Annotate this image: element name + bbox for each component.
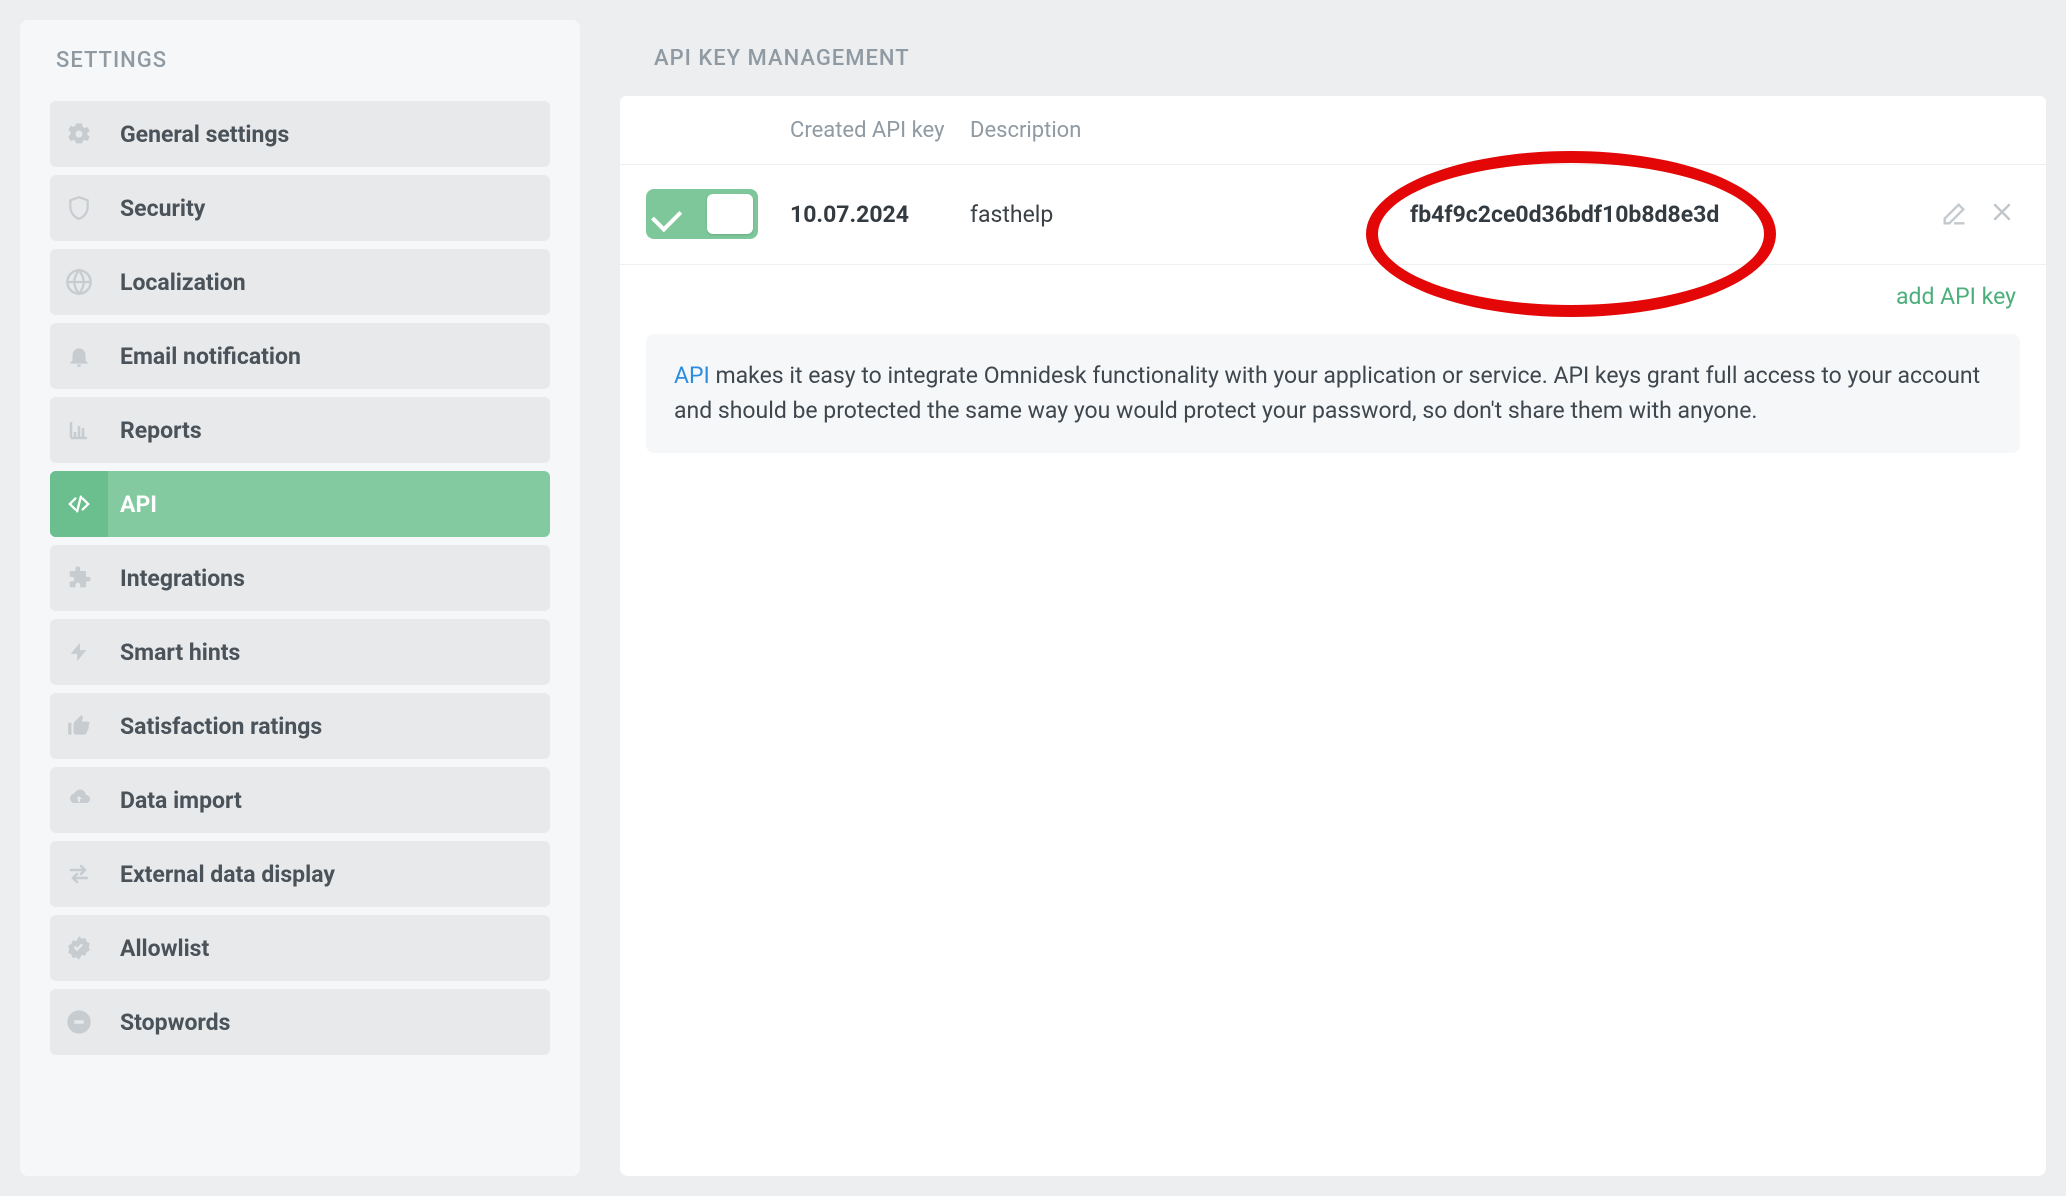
api-info-text: makes it easy to integrate Omnidesk func… [674,362,1980,425]
sidebar-item-satisfaction-ratings[interactable]: Satisfaction ratings [50,693,550,759]
sidebar-item-label: Integrations [108,545,245,611]
cloud-icon [50,767,108,833]
api-info-box: API makes it easy to integrate Omnidesk … [646,334,2020,453]
sidebar-item-general-settings[interactable]: General settings [50,101,550,167]
api-key-toggle[interactable] [646,189,758,239]
shield-icon [50,175,108,241]
settings-sidebar: SETTINGS General settings Security Local… [20,20,580,1176]
gears-icon [50,101,108,167]
puzzle-icon [50,545,108,611]
sidebar-item-data-import[interactable]: Data import [50,767,550,833]
sidebar-item-allowlist[interactable]: Allowlist [50,915,550,981]
stop-icon [50,989,108,1055]
toggle-knob [707,194,753,234]
delete-api-key-button[interactable] [1990,200,2014,228]
edit-api-key-button[interactable] [1940,200,1968,228]
sidebar-item-label: General settings [108,101,289,167]
main-panel: API KEY MANAGEMENT Created API key Descr… [620,20,2046,1176]
sidebar-item-external-data-display[interactable]: External data display [50,841,550,907]
sidebar-item-smart-hints[interactable]: Smart hints [50,619,550,685]
sidebar-item-reports[interactable]: Reports [50,397,550,463]
api-key-description: fasthelp [970,199,1410,230]
sidebar-item-localization[interactable]: Localization [50,249,550,315]
add-api-key-row: add API key [620,265,2046,320]
page-title: API KEY MANAGEMENT [654,46,910,71]
sidebar-item-api[interactable]: API [50,471,550,537]
globe-icon [50,249,108,315]
column-description: Description [970,116,1410,146]
api-key-row: 10.07.2024 fasthelp fb4f9c2ce0d36bdf10b8… [620,165,2046,265]
sidebar-item-label: Stopwords [108,989,230,1055]
sidebar-item-label: API [108,471,157,537]
swap-icon [50,841,108,907]
sidebar-item-email-notification[interactable]: Email notification [50,323,550,389]
api-docs-link[interactable]: API [674,362,710,389]
api-key-value: fb4f9c2ce0d36bdf10b8d8e3d [1410,199,1750,230]
bell-icon [50,323,108,389]
sidebar-item-label: Reports [108,397,202,463]
sidebar-item-label: Allowlist [108,915,209,981]
api-keys-table-header: Created API key Description [620,96,2046,165]
sidebar-item-label: Security [108,175,205,241]
sidebar-title: SETTINGS [50,48,550,73]
thumb-icon [50,693,108,759]
sidebar-item-label: Smart hints [108,619,240,685]
sidebar-item-label: External data display [108,841,335,907]
api-key-created-date: 10.07.2024 [790,199,970,230]
sidebar-item-label: Data import [108,767,242,833]
add-api-key-link[interactable]: add API key [1896,283,2016,310]
bolt-icon [50,619,108,685]
chart-icon [50,397,108,463]
sidebar-item-label: Email notification [108,323,301,389]
badge-icon [50,915,108,981]
main-header: API KEY MANAGEMENT [620,20,2046,96]
code-icon [50,471,108,537]
column-created: Created API key [790,116,970,146]
sidebar-item-security[interactable]: Security [50,175,550,241]
sidebar-item-label: Localization [108,249,246,315]
main-body: Created API key Description 10.07.2024 f… [620,96,2046,1176]
sidebar-item-stopwords[interactable]: Stopwords [50,989,550,1055]
sidebar-item-integrations[interactable]: Integrations [50,545,550,611]
sidebar-item-label: Satisfaction ratings [108,693,322,759]
